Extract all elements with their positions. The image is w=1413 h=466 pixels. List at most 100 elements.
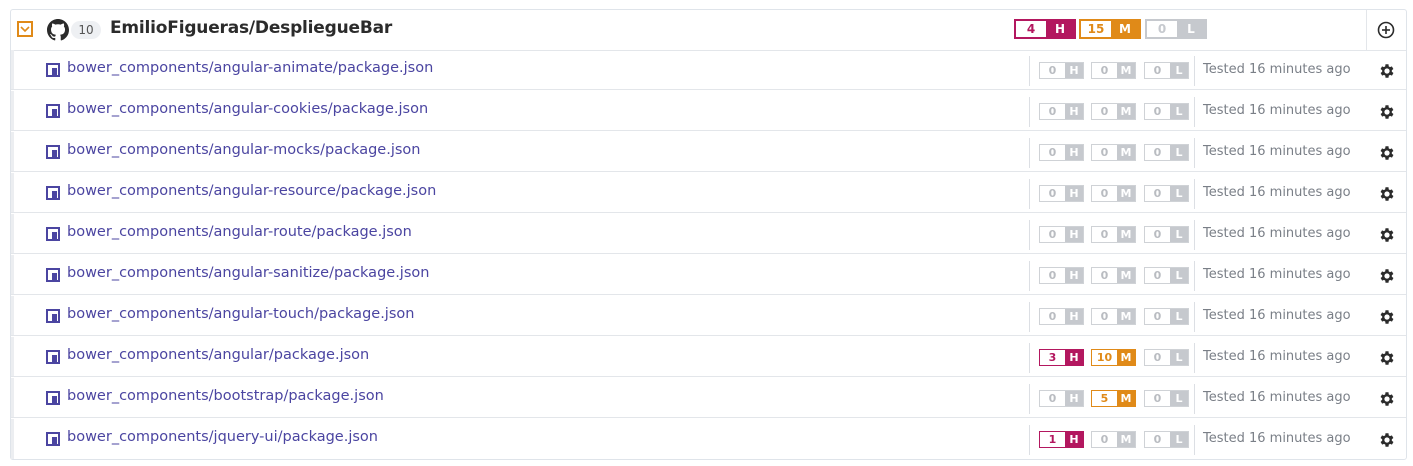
row-accent bbox=[11, 378, 14, 417]
gear-icon[interactable] bbox=[1378, 308, 1396, 326]
medium-count: 0 bbox=[1092, 268, 1117, 283]
medium-severity-count: 10 M bbox=[1091, 349, 1136, 366]
gear-icon[interactable] bbox=[1378, 144, 1396, 162]
medium-severity-count: 5M bbox=[1091, 390, 1136, 407]
table-row: bower_components/angular/package.json 3 H 1… bbox=[11, 337, 1406, 377]
medium-label: M bbox=[1117, 104, 1135, 119]
gear-icon[interactable] bbox=[1378, 267, 1396, 285]
file-link[interactable]: bower_components/angular-resource/packag… bbox=[67, 183, 436, 199]
medium-count: 0 bbox=[1092, 432, 1117, 447]
package-manifest-icon bbox=[46, 104, 60, 118]
row-accent bbox=[11, 337, 14, 376]
medium-severity-count: 0M bbox=[1091, 103, 1136, 120]
row-accent bbox=[11, 50, 14, 89]
tested-timestamp: Tested 16 minutes ago bbox=[1203, 144, 1351, 159]
file-link[interactable]: bower_components/angular-animate/package… bbox=[67, 60, 433, 76]
low-count: 0 bbox=[1145, 432, 1170, 447]
high-count: 0 bbox=[1040, 268, 1065, 283]
file-link[interactable]: bower_components/angular-sanitize/packag… bbox=[67, 265, 429, 281]
medium-severity-count: 0M bbox=[1091, 267, 1136, 284]
tested-timestamp: Tested 16 minutes ago bbox=[1203, 308, 1351, 323]
high-count: 3 bbox=[1040, 350, 1065, 365]
low-severity-count: 0L bbox=[1144, 390, 1189, 407]
file-link[interactable]: bower_components/angular-route/package.j… bbox=[67, 224, 412, 240]
tested-timestamp: Tested 16 minutes ago bbox=[1203, 62, 1351, 77]
divider bbox=[1029, 179, 1030, 209]
medium-severity-count: 0M bbox=[1091, 431, 1136, 448]
low-count: 0 bbox=[1145, 145, 1170, 160]
high-severity-count: 0H bbox=[1039, 144, 1084, 161]
gear-icon[interactable] bbox=[1378, 349, 1396, 367]
gear-icon[interactable] bbox=[1378, 226, 1396, 244]
medium-count: 0 bbox=[1092, 63, 1117, 78]
low-label: L bbox=[1170, 186, 1188, 201]
file-link[interactable]: bower_components/angular-cookies/package… bbox=[67, 101, 428, 117]
high-count: 0 bbox=[1040, 63, 1065, 78]
gear-icon[interactable] bbox=[1378, 103, 1396, 121]
tested-timestamp: Tested 16 minutes ago bbox=[1203, 349, 1351, 364]
divider bbox=[1029, 56, 1030, 86]
low-label: L bbox=[1170, 309, 1188, 324]
divider bbox=[1194, 97, 1195, 127]
high-count: 0 bbox=[1040, 227, 1065, 242]
package-manifest-icon bbox=[46, 350, 60, 364]
high-severity-count: 0H bbox=[1039, 185, 1084, 202]
high-count: 0 bbox=[1040, 391, 1065, 406]
medium-severity-count: 0M bbox=[1091, 226, 1136, 243]
medium-count: 0 bbox=[1092, 145, 1117, 160]
high-label: H bbox=[1065, 104, 1083, 119]
gear-icon[interactable] bbox=[1378, 62, 1396, 80]
divider bbox=[1029, 138, 1030, 168]
file-link[interactable]: bower_components/bootstrap/package.json bbox=[67, 388, 384, 404]
divider bbox=[1029, 261, 1030, 291]
collapse-toggle[interactable] bbox=[17, 21, 33, 37]
table-row: bower_components/angular-sanitize/packag… bbox=[11, 255, 1406, 295]
table-row: bower_components/angular-animate/package… bbox=[11, 50, 1406, 90]
divider bbox=[1029, 97, 1030, 127]
project-card: 10 EmilioFigueras/DespliegueBar 4 H 1 5 M… bbox=[10, 9, 1407, 460]
divider bbox=[1194, 56, 1195, 86]
high-label: H bbox=[1065, 309, 1083, 324]
table-row: bower_components/angular-resource/packag… bbox=[11, 173, 1406, 213]
high-label: H bbox=[1065, 391, 1083, 406]
low-severity-count: 0L bbox=[1144, 185, 1189, 202]
plus-circle-icon[interactable] bbox=[1377, 21, 1395, 39]
low-severity-count: 0L bbox=[1144, 267, 1189, 284]
row-accent bbox=[11, 173, 14, 212]
low-label: L bbox=[1170, 145, 1188, 160]
medium-label: M bbox=[1117, 186, 1135, 201]
row-accent bbox=[11, 296, 14, 335]
low-label: L bbox=[1170, 104, 1188, 119]
tested-timestamp: Tested 16 minutes ago bbox=[1203, 185, 1351, 200]
medium-count: 5 bbox=[1092, 391, 1117, 406]
divider bbox=[1194, 302, 1195, 332]
low-severity-count: 0L bbox=[1144, 62, 1189, 79]
github-icon bbox=[47, 19, 69, 41]
target-count-badge: 10 bbox=[71, 21, 101, 39]
project-title[interactable]: EmilioFigueras/DespliegueBar bbox=[110, 18, 392, 38]
package-manifest-icon bbox=[46, 432, 60, 446]
gear-icon[interactable] bbox=[1378, 185, 1396, 203]
row-accent bbox=[11, 132, 14, 171]
divider bbox=[1029, 384, 1030, 414]
divider bbox=[1029, 220, 1030, 250]
high-severity-count: 0H bbox=[1039, 390, 1084, 407]
low-severity-count: 0L bbox=[1144, 308, 1189, 325]
high-label: H bbox=[1065, 432, 1083, 447]
high-count: 0 bbox=[1040, 186, 1065, 201]
file-link[interactable]: bower_components/angular/package.json bbox=[67, 347, 369, 363]
file-link[interactable]: bower_components/jquery-ui/package.json bbox=[67, 429, 378, 445]
high-severity-count: 1H bbox=[1039, 431, 1084, 448]
file-link[interactable]: bower_components/angular-mocks/package.j… bbox=[67, 142, 420, 158]
package-manifest-icon bbox=[46, 268, 60, 282]
project-high-severity: 4 H bbox=[1014, 19, 1076, 39]
high-count: 1 bbox=[1040, 432, 1065, 447]
medium-label: M bbox=[1117, 391, 1135, 406]
high-severity-count: 0H bbox=[1039, 103, 1084, 120]
file-link[interactable]: bower_components/angular-touch/package.j… bbox=[67, 306, 414, 322]
gear-icon[interactable] bbox=[1378, 431, 1396, 449]
tested-timestamp: Tested 16 minutes ago bbox=[1203, 390, 1351, 405]
high-label: H bbox=[1065, 268, 1083, 283]
gear-icon[interactable] bbox=[1378, 390, 1396, 408]
divider bbox=[1194, 138, 1195, 168]
